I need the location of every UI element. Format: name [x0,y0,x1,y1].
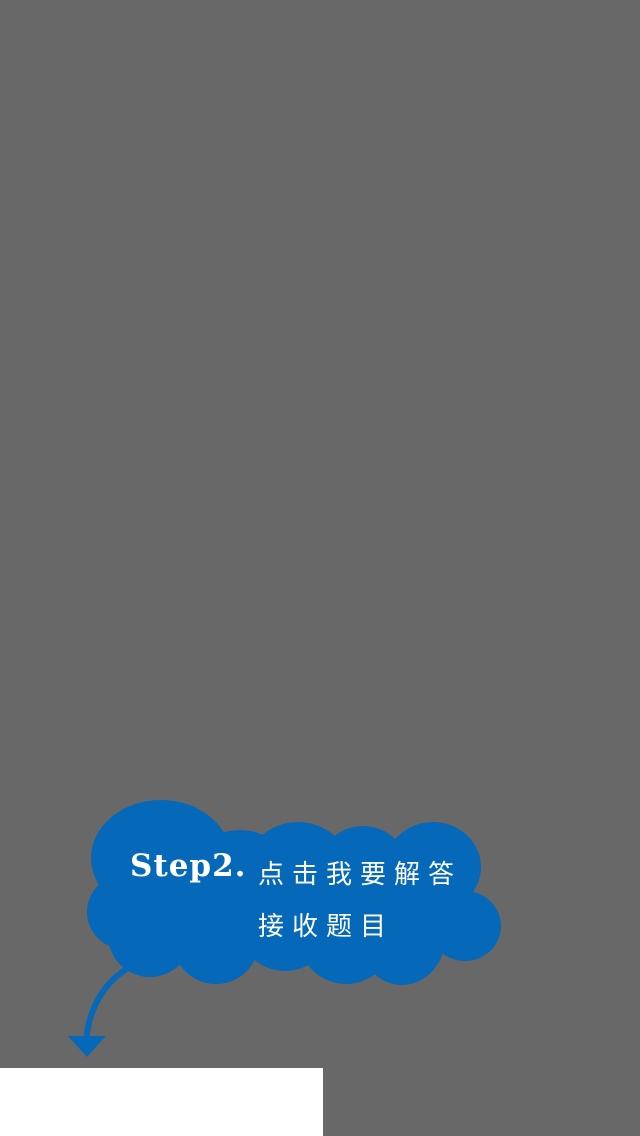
tutorial-overlay[interactable]: Step2. 点击我要解答 接收题目 [0,0,640,1136]
curved-arrow-down-icon [68,960,141,1057]
instruction-line-2: 接收题目 [258,912,395,942]
highlight-target-answer-button[interactable] [0,1068,323,1136]
tutorial-cloud-tooltip: Step2. 点击我要解答 接收题目 [60,790,520,1070]
step-label: Step2. [130,848,247,884]
instruction-line-1: 点击我要解答 [258,860,463,890]
